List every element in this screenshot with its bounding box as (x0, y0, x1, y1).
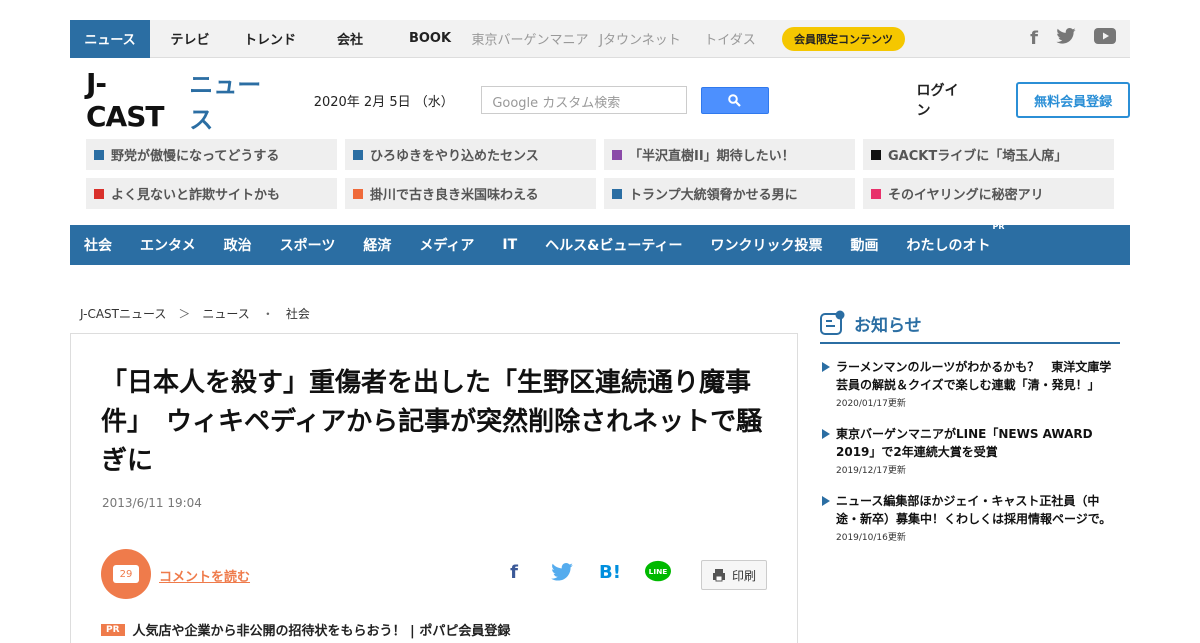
category-health-beauty[interactable]: ヘルス&ビューティー (545, 235, 682, 255)
comment-count-badge[interactable]: 29 (101, 549, 151, 599)
trending-topics: 野党が傲慢になってどうする ひろゆきをやり込めたセンス 「半沢直樹II」期待した… (70, 139, 1130, 211)
topnav-jtown[interactable]: Jタウンネット (590, 20, 690, 58)
topnav-toidas[interactable]: トイダス (690, 20, 770, 58)
bullet-square-icon (612, 188, 622, 199)
article-title: 「日本人を殺す」重傷者を出した「生野区連続通り魔事件」 ウィキペディアから記事が… (101, 368, 763, 476)
bullet-square-icon (353, 188, 363, 199)
trending-item[interactable]: ひろゆきをやり込めたセンス (345, 139, 596, 170)
category-society[interactable]: 社会 (84, 235, 112, 255)
login-link[interactable]: ログイン (917, 80, 973, 120)
search-input[interactable]: Google カスタム検索 (481, 86, 687, 114)
topnav-tv[interactable]: テレビ (150, 20, 230, 58)
youtube-icon[interactable] (1094, 28, 1116, 49)
notice-icon (820, 310, 845, 335)
facebook-share-icon[interactable]: f (501, 559, 527, 585)
trending-item[interactable]: 掛川で古き良き米国味わえる (345, 178, 596, 209)
share-buttons: f B! LINE (501, 559, 671, 585)
breadcrumb-news[interactable]: ニュース (202, 305, 249, 322)
bullet-square-icon (94, 149, 104, 160)
topnav-book[interactable]: BOOK (390, 20, 470, 58)
category-media[interactable]: メディア (419, 235, 474, 255)
trending-item[interactable]: トランプ大統領脅かせる男に (604, 178, 855, 209)
logo-news: ニュース (189, 71, 262, 134)
trending-item[interactable]: 野党が傲慢になってどうする (86, 139, 337, 170)
breadcrumb-home[interactable]: J-CASTニュース (80, 305, 166, 322)
trending-item[interactable]: そのイヤリングに秘密アリ (863, 178, 1114, 209)
category-sports[interactable]: スポーツ (280, 235, 336, 255)
top-nav: ニュース テレビ トレンド 会社 BOOK 東京バーゲンマニア Jタウンネット … (70, 19, 1130, 58)
read-comments-link[interactable]: コメントを読む (159, 566, 250, 585)
facebook-icon[interactable]: f (1030, 28, 1038, 49)
trending-item[interactable]: GACKTライブに「埼玉人席」 (863, 139, 1114, 170)
site-header: J-CAST ニュース 2020年 2月 5日 （水） Google カスタム検… (70, 67, 1131, 134)
hatena-bookmark-icon[interactable]: B! (597, 559, 623, 585)
bullet-square-icon (353, 149, 363, 160)
current-date: 2020年 2月 5日 （水） (313, 94, 454, 110)
notice-title: お知らせ (854, 315, 922, 336)
topnav-trend[interactable]: トレンド (230, 20, 310, 58)
category-nav: 社会 エンタメ 政治 スポーツ 経済 メディア IT ヘルス&ビューティー ワン… (70, 222, 1130, 265)
breadcrumb-separator: ＞ (178, 307, 191, 321)
search-icon (728, 93, 741, 107)
breadcrumb-separator: ・ (261, 307, 274, 321)
category-video[interactable]: 動画 (851, 235, 879, 255)
bullet-square-icon (871, 188, 881, 199)
pr-badge: PR (992, 222, 1005, 231)
bullet-square-icon (612, 149, 622, 160)
category-politics[interactable]: 政治 (224, 235, 252, 255)
category-economy[interactable]: 経済 (363, 235, 391, 255)
trending-item[interactable]: 「半沢直樹II」期待したい！ (604, 139, 855, 170)
breadcrumb-society[interactable]: 社会 (286, 305, 310, 322)
trending-item[interactable]: よく見ないと詐欺サイトかも (86, 178, 337, 209)
comment-count: 29 (113, 565, 139, 583)
topnav-bargain-mania[interactable]: 東京バーゲンマニア (470, 20, 590, 58)
article-date: 2013/6/11 19:04 (102, 496, 202, 510)
member-content-button[interactable]: 会員限定コンテンツ (782, 26, 905, 51)
register-button[interactable]: 無料会員登録 (1016, 82, 1131, 118)
print-button[interactable]: 印刷 (701, 560, 767, 590)
notice-item[interactable]: ラーメンマンのルーツがわかるかも？ 東洋文庫学芸員の解説＆クイズで楽しむ連載「清… (820, 358, 1120, 409)
category-watashino-oto[interactable]: わたしのオト PR (907, 222, 1005, 255)
logo-jcast: J-CAST (86, 67, 164, 133)
social-links: f (1030, 28, 1130, 49)
category-it[interactable]: IT (502, 237, 517, 253)
notice-list: ラーメンマンのルーツがわかるかも？ 東洋文庫学芸員の解説＆クイズで楽しむ連載「清… (820, 358, 1120, 543)
breadcrumb: J-CASTニュース ＞ ニュース ・ 社会 (80, 305, 310, 322)
print-icon (712, 569, 725, 582)
twitter-icon[interactable] (1056, 28, 1076, 49)
bullet-square-icon (94, 188, 104, 199)
bullet-square-icon (871, 149, 881, 160)
category-entertainment[interactable]: エンタメ (140, 235, 196, 255)
site-logo[interactable]: J-CAST ニュース (86, 65, 284, 135)
search-button[interactable] (700, 86, 769, 114)
topnav-news[interactable]: ニュース (70, 19, 150, 58)
article-card: 「日本人を殺す」重傷者を出した「生野区連続通り魔事件」 ウィキペディアから記事が… (70, 333, 798, 643)
twitter-share-icon[interactable] (549, 559, 575, 585)
notice-sidebar: お知らせ ラーメンマンのルーツがわかるかも？ 東洋文庫学芸員の解説＆クイズで楽し… (820, 310, 1120, 559)
notice-item[interactable]: ニュース編集部ほかジェイ・キャスト正社員（中途・新卒）募集中！くわしくは採用情報… (820, 492, 1120, 543)
category-one-click-vote[interactable]: ワンクリック投票 (711, 235, 823, 255)
notice-item[interactable]: 東京バーゲンマニアがLINE「NEWS AWARD 2019」で2年連続大賞を受… (820, 425, 1120, 476)
svg-text:LINE: LINE (649, 567, 668, 576)
notice-header: お知らせ (820, 310, 1120, 344)
topnav-company[interactable]: 会社 (310, 20, 390, 58)
line-share-icon[interactable]: LINE (645, 559, 671, 585)
